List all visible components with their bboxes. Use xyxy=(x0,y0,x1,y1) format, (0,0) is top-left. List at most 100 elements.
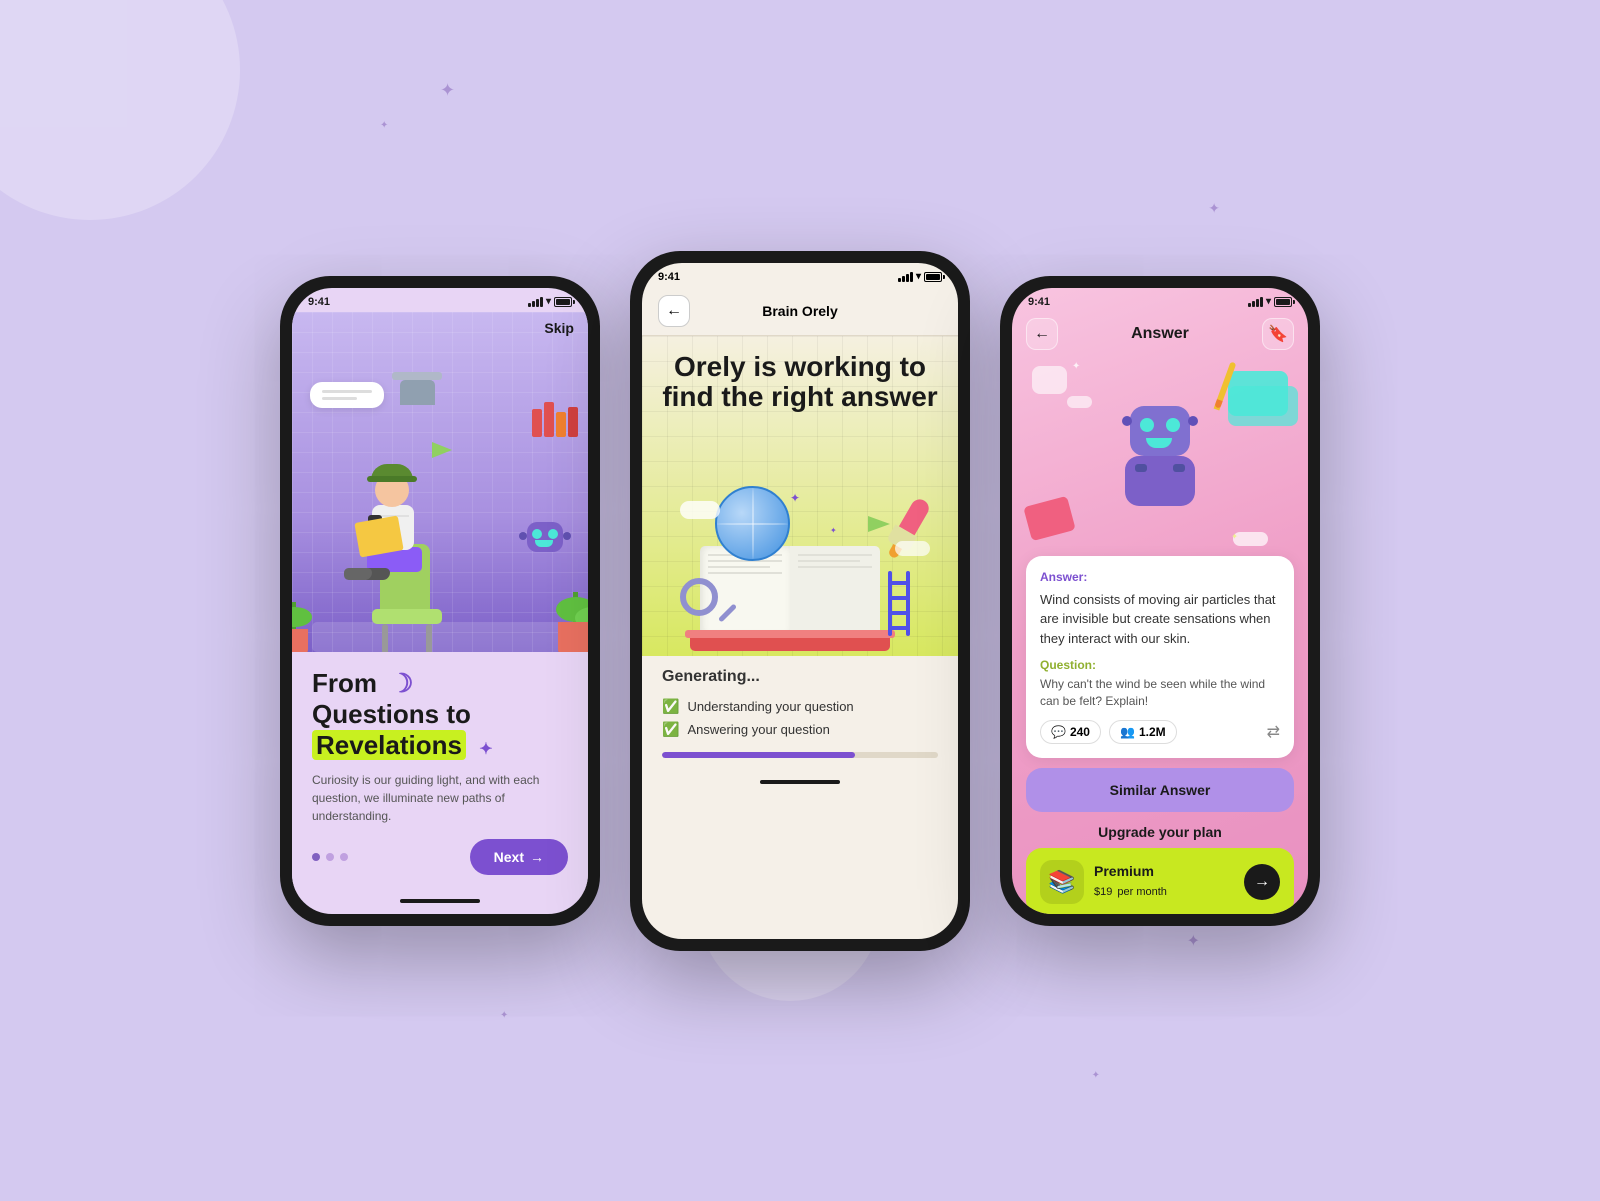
cloud-3-1 xyxy=(1233,532,1268,546)
signal-icon-3 xyxy=(1248,297,1263,307)
book-illustration: ✦ ✦ xyxy=(660,486,940,656)
back-button-2[interactable]: ← xyxy=(658,295,690,327)
next-button[interactable]: Next → xyxy=(470,839,568,875)
signal-icon-2 xyxy=(898,272,913,282)
next-label: Next xyxy=(494,849,524,865)
phones-container: 9:41 ▾ Skip xyxy=(280,251,1320,951)
users-icon: 👥 xyxy=(1120,725,1135,739)
bookmark-icon: 🔖 xyxy=(1268,324,1288,344)
phone-1-title: From ☽ Questions to Revelations ✦ xyxy=(312,668,568,762)
phone-1: 9:41 ▾ Skip xyxy=(280,276,600,926)
progress-fill xyxy=(662,752,855,758)
check-icon-1: ✅ xyxy=(662,698,679,715)
phone-1-subtitle: Curiosity is our guiding light, and with… xyxy=(312,771,568,825)
person-chair xyxy=(312,382,562,652)
upgrade-section: Upgrade your plan 📚 Premium $19 per mont… xyxy=(1012,818,1308,914)
phone-3-header: ← Answer 🔖 xyxy=(1012,312,1308,356)
ladder-icon xyxy=(888,571,910,636)
wifi-icon-2: ▾ xyxy=(916,271,921,282)
status-bar-3: 9:41 ▾ xyxy=(1012,288,1308,312)
check-icon-2: ✅ xyxy=(662,721,679,738)
deco-book xyxy=(1023,495,1076,540)
premium-name: Premium xyxy=(1094,863,1234,879)
similar-answer-button[interactable]: Similar Answer xyxy=(1026,768,1294,812)
cloud-deco-1 xyxy=(680,501,720,519)
wifi-icon-1: ▾ xyxy=(546,296,551,307)
phone-1-hero: Skip xyxy=(292,312,588,652)
home-bar-1 xyxy=(400,899,480,903)
back-button-3[interactable]: ← xyxy=(1026,318,1058,350)
home-bar-2 xyxy=(760,780,840,784)
phone-1-screen: 9:41 ▾ Skip xyxy=(292,288,588,914)
bookmark-button[interactable]: 🔖 xyxy=(1262,318,1294,350)
stats-row: 💬 240 👥 1.2M ⇄ xyxy=(1040,720,1280,744)
paper-plane-1 xyxy=(432,442,452,458)
users-count: 1.2M xyxy=(1139,725,1166,739)
paper-plane-2 xyxy=(868,516,890,532)
cloud-deco-2 xyxy=(895,541,930,556)
answer-text: Wind consists of moving air particles th… xyxy=(1040,590,1280,649)
premium-info: Premium $19 per month xyxy=(1094,863,1234,900)
status-icons-2: ▾ xyxy=(898,271,942,282)
bookshelf xyxy=(532,402,578,437)
phone-3-hero-illustration: ✦ ✦ xyxy=(1012,356,1308,556)
answer-card: Answer: Wind consists of moving air part… xyxy=(1026,556,1294,758)
battery-icon-1 xyxy=(554,297,572,307)
pagination-dots xyxy=(312,853,348,861)
premium-card[interactable]: 📚 Premium $19 per month → xyxy=(1026,848,1294,914)
status-icons-3: ▾ xyxy=(1248,296,1292,307)
signal-icon-1 xyxy=(528,297,543,307)
cloud-3-2 xyxy=(1067,396,1092,408)
plant-right xyxy=(573,592,578,652)
premium-price: $19 per month xyxy=(1094,879,1234,900)
star-3-1: ✦ xyxy=(1072,361,1080,372)
premium-period: per month xyxy=(1117,886,1167,898)
generating-text: Generating... xyxy=(662,668,938,686)
status-bar-1: 9:41 ▾ xyxy=(292,288,588,312)
phone-2-content: Generating... ✅ Understanding your quest… xyxy=(642,656,958,770)
check-label-2: Answering your question xyxy=(687,722,829,737)
question-text: Why can't the wind be seen while the win… xyxy=(1040,676,1280,710)
question-label: Question: xyxy=(1040,658,1280,672)
phone-2-header: ← Brain Orely xyxy=(642,287,958,336)
status-icons-1: ▾ xyxy=(528,296,572,307)
answer-label: Answer: xyxy=(1040,570,1280,584)
comments-count: 240 xyxy=(1070,725,1090,739)
check-item-1: ✅ Understanding your question xyxy=(662,698,938,715)
phone-2-hero-title: Orely is working to find the right answe… xyxy=(658,352,942,414)
phone-3-header-title: Answer xyxy=(1131,325,1189,343)
time-2: 9:41 xyxy=(658,271,680,283)
sparkle-icon-1: ✦ xyxy=(479,741,492,758)
comments-badge: 💬 240 xyxy=(1040,720,1101,744)
crescent-icon: ☽ xyxy=(390,668,413,698)
premium-arrow[interactable]: → xyxy=(1244,864,1280,900)
comment-icon: 💬 xyxy=(1051,725,1066,739)
phone-1-content: From ☽ Questions to Revelations ✦ Curios… xyxy=(292,652,588,892)
star-deco-2: ✦ xyxy=(830,526,837,535)
time-1: 9:41 xyxy=(308,296,330,308)
battery-icon-3 xyxy=(1274,297,1292,307)
arrow-right-icon: → xyxy=(530,849,544,865)
plant-left xyxy=(292,602,296,652)
hero-illustration-1 xyxy=(292,362,588,652)
dot-1 xyxy=(312,853,320,861)
dot-2 xyxy=(326,853,334,861)
users-badge: 👥 1.2M xyxy=(1109,720,1177,744)
share-button[interactable]: ⇄ xyxy=(1267,722,1280,742)
phone-3: 9:41 ▾ ← Answer xyxy=(1000,276,1320,926)
phone-2-screen: 9:41 ▾ ← Brain Orely xyxy=(642,263,958,939)
skip-button[interactable]: Skip xyxy=(544,320,574,336)
check-item-2: ✅ Answering your question xyxy=(662,721,938,738)
phone-2-hero: Orely is working to find the right answe… xyxy=(642,336,958,656)
time-3: 9:41 xyxy=(1028,296,1050,308)
robot-mascot-3 xyxy=(1110,406,1210,506)
progress-bar xyxy=(662,752,938,758)
phone-3-screen: 9:41 ▾ ← Answer xyxy=(1012,288,1308,914)
deco-note xyxy=(1032,366,1067,394)
phone-2-header-title: Brain Orely xyxy=(762,303,837,319)
upgrade-label: Upgrade your plan xyxy=(1026,824,1294,840)
star-3-2: ✦ xyxy=(1231,532,1238,541)
phone-1-footer: Next → xyxy=(312,839,568,875)
premium-icon: 📚 xyxy=(1040,860,1084,904)
battery-icon-2 xyxy=(924,272,942,282)
